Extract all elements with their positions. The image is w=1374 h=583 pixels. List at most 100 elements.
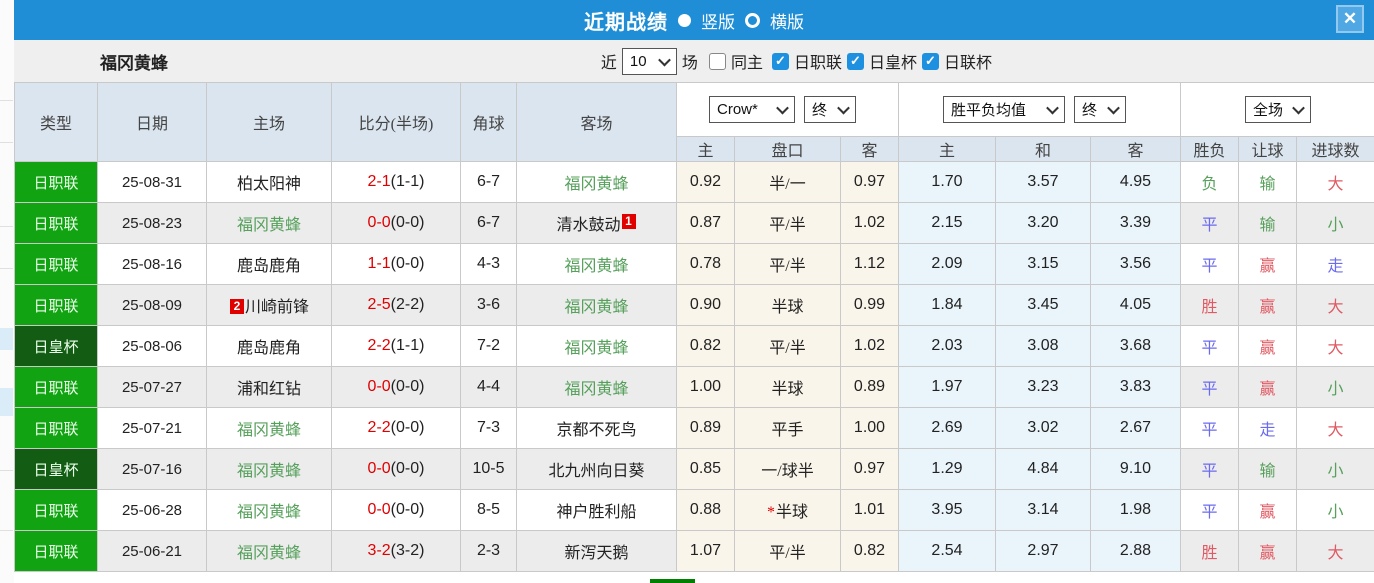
match-row: 日职联 25-08-23 福冈黄蜂 0-0(0-0) 6-7 清水鼓动 1 0.87 平/半 1.… <box>14 202 1374 244</box>
sub-header-euro-draw: 和 <box>995 136 1091 162</box>
asian-home-odds: 0.90 <box>676 284 735 326</box>
col-header-corners: 角球 <box>460 82 517 162</box>
euro-draw-odds: 2.97 <box>995 530 1091 572</box>
team-name-title: 福冈黄蜂 <box>100 53 168 73</box>
vertical-layout-radio[interactable] <box>678 13 691 27</box>
asian-away-odds: 1.02 <box>840 325 899 367</box>
euro-odds-company-select[interactable]: 胜平负均值 <box>943 96 1065 123</box>
result-handicap: 赢 <box>1238 284 1297 326</box>
score-cell: 0-0(0-0) <box>331 202 461 244</box>
summary-record: 场,胜2平7负1, 胜率: <box>505 578 641 583</box>
euro-odds-company-value: 胜平负均值 <box>951 103 1027 119</box>
result-goals: 走 <box>1295 243 1374 285</box>
scope-select[interactable]: 全场 <box>1245 96 1311 123</box>
same-home-checkbox[interactable] <box>708 52 726 70</box>
team-name: 福冈黄蜂 <box>564 176 629 193</box>
corners-cell: 4-4 <box>460 366 517 408</box>
euro-odds-time-select[interactable]: 终 <box>1074 96 1126 123</box>
scope-value: 全场 <box>1253 103 1284 119</box>
scope-controls: 全场 <box>1179 82 1374 137</box>
asian-home-odds: 0.85 <box>676 448 735 490</box>
euro-odds-time-value: 终 <box>1082 103 1098 119</box>
team-name: 福冈黄蜂 <box>564 299 629 316</box>
recent-count-select[interactable]: 10 <box>621 47 677 75</box>
home-team-cell: 福冈黄蜂 <box>206 448 332 490</box>
asian-away-odds: 1.12 <box>840 243 899 285</box>
chevron-down-icon <box>658 53 671 66</box>
sub-header-asian-away: 客 <box>840 136 899 162</box>
result-wdl: 胜 <box>1180 284 1239 326</box>
filter-bar: 福冈黄蜂 近 10 场 同主 ✓ 日职联 ✓ 日皇杯 ✓ 日联杯 <box>14 40 1374 82</box>
league-filter-checkbox-jleague[interactable]: ✓ <box>771 52 789 70</box>
match-row: 日职联 25-07-27 浦和红钻 0-0(0-0) 4-4 福冈黄蜂 1.00 半球 0.89… <box>14 366 1374 408</box>
horizontal-layout-radio[interactable] <box>745 12 760 28</box>
match-row: 日职联 25-06-21 福冈黄蜂 3-2(3-2) 2-3 新泻天鹅 1.07 平/半 0.8… <box>14 530 1374 572</box>
sub-header-asian-home: 主 <box>676 136 735 162</box>
chevron-down-icon <box>1292 101 1305 115</box>
col-header-score: 比分(半场) <box>331 82 461 162</box>
asian-odds-company-select[interactable]: Crow* <box>709 96 795 123</box>
col-header-away: 客场 <box>516 82 677 162</box>
result-goals: 大 <box>1295 161 1374 203</box>
corners-cell: 8-5 <box>460 489 517 531</box>
team-name: 鹿岛鹿角 <box>236 340 301 357</box>
close-button[interactable]: ✕ <box>1336 5 1364 33</box>
euro-away-odds: 3.39 <box>1090 202 1181 244</box>
result-goals: 大 <box>1295 407 1374 449</box>
away-team-cell: 京都不死鸟 <box>516 407 677 449</box>
summary-prefix: 近 <box>469 578 485 583</box>
score-cell: 2-2(1-1) <box>331 325 461 367</box>
euro-home-odds: 2.15 <box>898 202 996 244</box>
team-name: 柏太阳神 <box>236 176 301 193</box>
score-cell: 2-2(0-0) <box>331 407 461 449</box>
asian-odds-time-select[interactable]: 终 <box>804 96 856 123</box>
euro-away-odds: 4.05 <box>1090 284 1181 326</box>
league-filter-label-emperor-cup[interactable]: 日皇杯 <box>869 49 917 73</box>
home-team-cell: 福冈黄蜂 <box>206 489 332 531</box>
result-wdl: 平 <box>1180 407 1239 449</box>
euro-away-odds: 9.10 <box>1090 448 1181 490</box>
recent-count-value: 10 <box>629 52 647 70</box>
asian-handicap: 平/半 <box>734 530 841 572</box>
asian-home-odds: 1.00 <box>676 366 735 408</box>
team-name: 福冈黄蜂 <box>236 545 301 562</box>
team-name: 神户胜利船 <box>556 504 637 521</box>
away-team-cell: 福冈黄蜂 <box>516 325 677 367</box>
league-filter-checkbox-league-cup[interactable]: ✓ <box>921 52 939 70</box>
league-filter-checkbox-emperor-cup[interactable]: ✓ <box>846 52 864 70</box>
chevron-down-icon <box>837 101 850 115</box>
team-name: 清水鼓动 <box>556 217 621 234</box>
vertical-layout-label[interactable]: 竖版 <box>701 8 735 33</box>
euro-away-odds: 3.83 <box>1090 366 1181 408</box>
team-name: 福冈黄蜂 <box>236 422 301 439</box>
match-row: 日职联 25-08-09 2 川崎前锋 2-5(2-2) 3-6 福冈黄蜂 0.90 半球 0.9… <box>14 284 1374 326</box>
asian-home-odds: 1.07 <box>676 530 735 572</box>
corners-cell: 10-5 <box>460 448 517 490</box>
asian-home-odds: 0.87 <box>676 202 735 244</box>
horizontal-layout-label[interactable]: 横版 <box>770 8 804 33</box>
sub-header-handicap-result: 让球 <box>1238 136 1297 162</box>
same-home-label[interactable]: 同主 <box>731 49 763 73</box>
date-cell: 25-08-06 <box>97 325 207 367</box>
result-handicap: 输 <box>1238 202 1297 244</box>
league-badge: 日皇杯 <box>14 325 98 367</box>
euro-draw-odds: 3.57 <box>995 161 1091 203</box>
league-filter-label-league-cup[interactable]: 日联杯 <box>944 49 992 73</box>
score-cell: 2-5(2-2) <box>331 284 461 326</box>
result-goals: 大 <box>1295 530 1374 572</box>
chevron-down-icon <box>776 101 789 115</box>
team-name: 北九州向日葵 <box>548 463 645 480</box>
home-team-cell: 柏太阳神 <box>206 161 332 203</box>
euro-away-odds: 2.88 <box>1090 530 1181 572</box>
away-team-cell: 新泻天鹅 <box>516 530 677 572</box>
euro-home-odds: 2.69 <box>898 407 996 449</box>
euro-home-odds: 1.97 <box>898 366 996 408</box>
team-name: 福冈黄蜂 <box>564 381 629 398</box>
league-filter-label-jleague[interactable]: 日职联 <box>794 49 842 73</box>
home-team-cell: 福冈黄蜂 <box>206 530 332 572</box>
asian-away-odds: 0.97 <box>840 448 899 490</box>
page-behind-strip <box>0 0 15 583</box>
euro-draw-odds: 3.15 <box>995 243 1091 285</box>
date-cell: 25-06-28 <box>97 489 207 531</box>
away-team-cell: 福冈黄蜂 <box>516 243 677 285</box>
